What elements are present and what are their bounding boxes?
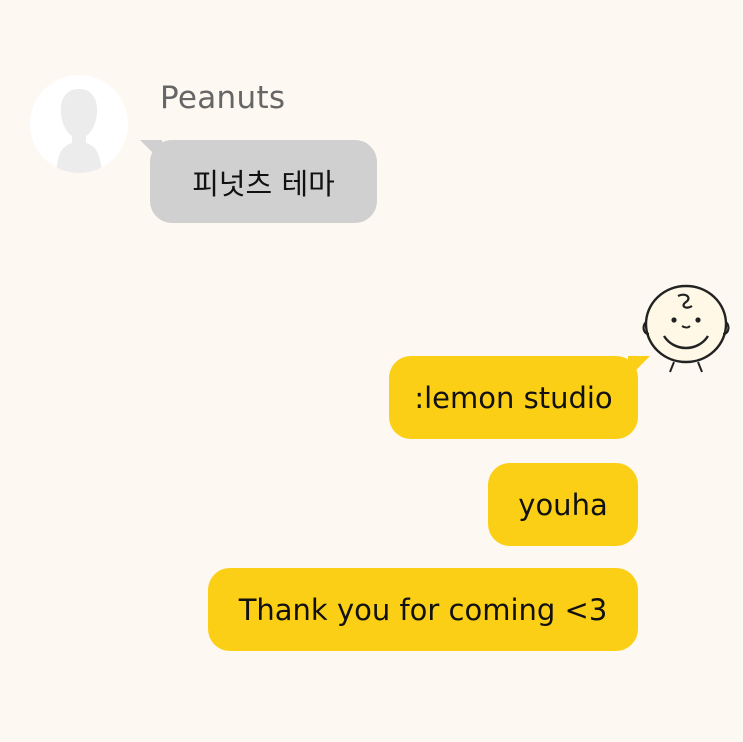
- default-person-avatar-icon: [30, 75, 128, 173]
- message-text: 피넛츠 테마: [192, 166, 335, 201]
- outgoing-message-bubble[interactable]: youha: [488, 463, 638, 546]
- message-text: :lemon studio: [414, 380, 613, 415]
- sender-name: Peanuts: [160, 80, 286, 116]
- outgoing-message-bubble[interactable]: :lemon studio: [389, 356, 638, 439]
- sender-avatar[interactable]: [30, 75, 128, 173]
- message-text: youha: [518, 487, 608, 522]
- message-text: Thank you for coming <3: [238, 592, 608, 627]
- outgoing-message-bubble[interactable]: Thank you for coming <3: [208, 568, 638, 651]
- charlie-brown-face-icon: [642, 284, 730, 373]
- incoming-message-bubble[interactable]: 피넛츠 테마: [150, 140, 377, 223]
